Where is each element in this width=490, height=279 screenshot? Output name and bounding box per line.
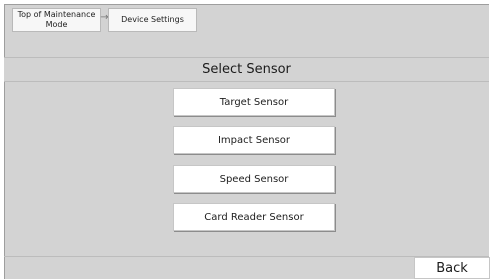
- speed-sensor-button[interactable]: Speed Sensor: [173, 165, 335, 193]
- title-divider: [4, 81, 489, 82]
- breadcrumb-top-of-maintenance-mode[interactable]: Top of Maintenance Mode: [12, 8, 101, 32]
- card-reader-sensor-button[interactable]: Card Reader Sensor: [173, 203, 335, 231]
- back-button[interactable]: Back: [414, 257, 490, 279]
- page-title: Select Sensor: [4, 58, 489, 81]
- target-sensor-button[interactable]: Target Sensor: [173, 88, 335, 116]
- impact-sensor-button[interactable]: Impact Sensor: [173, 126, 335, 154]
- maintenance-screen: Top of Maintenance Mode → Device Setting…: [0, 0, 490, 279]
- breadcrumb-device-settings[interactable]: Device Settings: [108, 8, 197, 32]
